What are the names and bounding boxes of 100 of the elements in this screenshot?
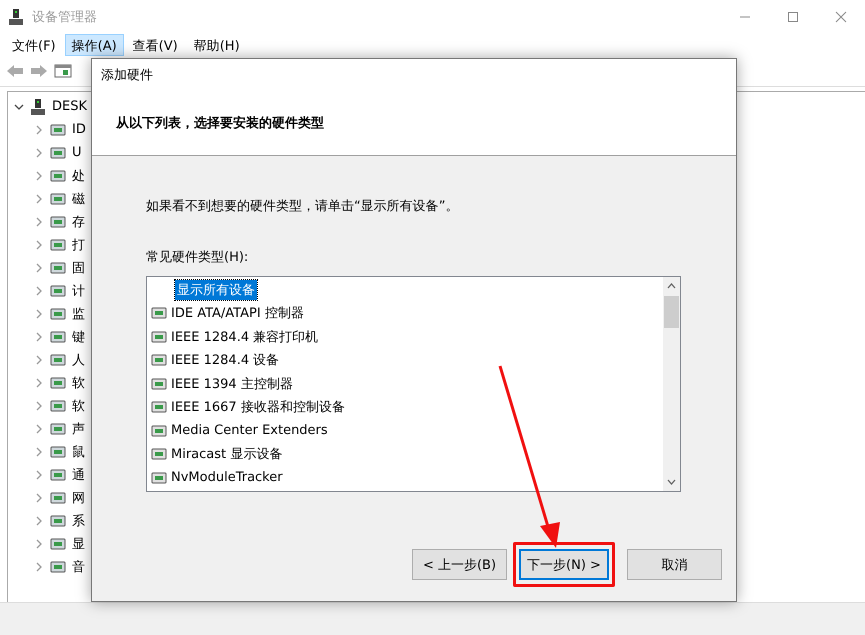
expand-chevron-icon[interactable] (34, 354, 44, 364)
tree-item[interactable]: DESK (52, 99, 88, 114)
device-icon (50, 420, 66, 436)
device-icon (50, 236, 66, 252)
scroll-thumb[interactable] (664, 296, 679, 328)
hint-text: 如果看不到想要的硬件类型，请单击“显示所有设备”。 (146, 198, 460, 215)
device-icon (151, 470, 167, 486)
menu-item[interactable]: 查看(V) (126, 34, 185, 56)
tree-item[interactable]: 处 (72, 166, 85, 184)
properties-icon[interactable] (54, 63, 72, 79)
tree-item[interactable]: 软 (72, 374, 85, 392)
device-icon (50, 352, 66, 368)
device-icon (50, 558, 66, 574)
device-icon (50, 122, 66, 138)
expand-chevron-icon[interactable] (34, 170, 44, 180)
expand-chevron-icon[interactable] (34, 124, 44, 134)
list-label: 常见硬件类型(H): (146, 249, 250, 266)
menu-item[interactable]: 帮助(H) (186, 34, 247, 56)
expand-chevron-icon[interactable] (34, 516, 44, 526)
dialog-heading: 从以下列表，选择要安装的硬件类型 (116, 114, 324, 132)
device-icon (50, 282, 66, 298)
device-icon (151, 305, 167, 322)
tree-item[interactable]: 软 (72, 396, 85, 414)
expand-chevron-icon[interactable] (34, 332, 44, 342)
device-icon (50, 328, 66, 344)
scrollbar[interactable] (663, 277, 680, 491)
tree-item[interactable]: 系 (72, 512, 85, 530)
list-item[interactable]: Miracast 显示设备 (169, 444, 284, 464)
device-icon (151, 399, 167, 416)
window-title: 设备管理器 (32, 9, 97, 26)
tree-item[interactable]: 打 (72, 236, 85, 254)
expand-chevron-icon[interactable] (34, 378, 44, 388)
expand-chevron-icon[interactable] (34, 538, 44, 548)
app-icon (8, 8, 24, 26)
next-button[interactable]: 下一步(N) > (519, 549, 609, 580)
tree-item[interactable]: 通 (72, 466, 85, 484)
device-icon (50, 512, 66, 528)
tree-item[interactable]: 监 (72, 304, 85, 322)
expand-chevron-icon[interactable] (34, 424, 44, 434)
device-icon (50, 168, 66, 184)
device-icon (151, 328, 167, 345)
list-item[interactable]: IEEE 1284.4 兼容打印机 (169, 326, 320, 347)
close-icon[interactable] (835, 11, 847, 23)
cancel-button[interactable]: 取消 (627, 549, 722, 580)
menu-item[interactable]: 文件(F) (5, 34, 63, 56)
maximize-icon[interactable] (787, 11, 799, 23)
device-icon (50, 214, 66, 230)
list-item[interactable]: IEEE 1667 接收器和控制设备 (169, 397, 347, 418)
back-arrow-icon[interactable] (6, 63, 24, 79)
list-item[interactable]: IEEE 1284.4 设备 (169, 350, 282, 370)
device-icon (50, 444, 66, 460)
tree-item[interactable]: 固 (72, 258, 85, 276)
tree-item[interactable]: 显 (72, 534, 85, 552)
expand-chevron-icon[interactable] (34, 492, 44, 502)
list-item[interactable]: Media Center Extenders (169, 422, 330, 440)
expand-chevron-icon[interactable] (34, 308, 44, 318)
device-icon (50, 466, 66, 482)
device-icon (50, 536, 66, 552)
list-item[interactable]: 显示所有设备 (175, 280, 257, 300)
collapse-chevron-icon[interactable] (14, 102, 24, 112)
forward-arrow-icon[interactable] (30, 63, 48, 79)
expand-chevron-icon[interactable] (34, 286, 44, 296)
dialog-title: 添加硬件 (101, 67, 153, 84)
expand-chevron-icon[interactable] (34, 262, 44, 272)
list-item[interactable]: IDE ATA/ATAPI 控制器 (169, 303, 306, 324)
menu-item[interactable]: 操作(A) (64, 34, 124, 56)
expand-chevron-icon[interactable] (34, 240, 44, 250)
device-icon (50, 374, 66, 390)
tree-item[interactable]: 鼠 (72, 442, 85, 460)
device-icon (50, 398, 66, 414)
device-icon (151, 352, 167, 368)
tree-item[interactable]: 计 (72, 282, 85, 300)
tree-item[interactable]: 声 (72, 420, 85, 438)
tree-item[interactable]: ID (72, 122, 86, 137)
expand-chevron-icon[interactable] (34, 446, 44, 456)
back-button[interactable]: < 上一步(B) (412, 549, 507, 580)
tree-item[interactable]: 键 (72, 328, 85, 346)
device-icon (50, 490, 66, 506)
device-icon (50, 260, 66, 276)
device-icon (151, 422, 167, 439)
tree-item[interactable]: 磁 (72, 190, 85, 208)
tree-item[interactable]: 人 (72, 350, 85, 368)
device-icon (50, 144, 66, 160)
expand-chevron-icon[interactable] (34, 148, 44, 158)
tree-item[interactable]: 存 (72, 212, 85, 230)
device-icon (50, 306, 66, 322)
device-icon (151, 446, 167, 462)
expand-chevron-icon[interactable] (34, 470, 44, 480)
expand-chevron-icon[interactable] (34, 216, 44, 226)
expand-chevron-icon[interactable] (34, 400, 44, 410)
list-item[interactable]: NvModuleTracker (169, 469, 285, 486)
expand-chevron-icon[interactable] (34, 562, 44, 572)
computer-icon (30, 98, 46, 116)
tree-item[interactable]: U (72, 145, 82, 160)
tree-item[interactable]: 网 (72, 488, 85, 506)
expand-chevron-icon[interactable] (34, 194, 44, 204)
device-icon (151, 376, 167, 392)
list-item[interactable]: IEEE 1394 主控制器 (169, 374, 295, 394)
device-icon (50, 190, 66, 206)
tree-item[interactable]: 音 (72, 558, 85, 576)
